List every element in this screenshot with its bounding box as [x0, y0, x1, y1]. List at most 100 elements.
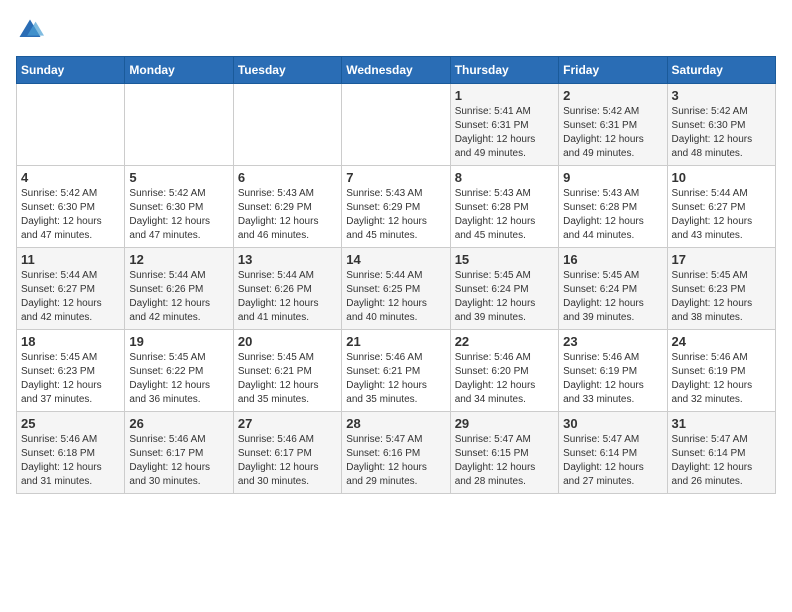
day-number: 3 — [672, 88, 771, 103]
calendar-day-cell: 6 Sunrise: 5:43 AM Sunset: 6:29 PM Daylig… — [233, 166, 341, 248]
day-info: Sunrise: 5:43 AM Sunset: 6:28 PM Dayligh… — [455, 187, 554, 243]
day-number: 4 — [21, 170, 120, 185]
day-info: Sunrise: 5:47 AM Sunset: 6:14 PM Dayligh… — [563, 433, 662, 489]
day-info: Sunrise: 5:41 AM Sunset: 6:31 PM Dayligh… — [455, 105, 554, 161]
day-number: 16 — [563, 252, 662, 267]
day-info: Sunrise: 5:46 AM Sunset: 6:19 PM Dayligh… — [672, 351, 771, 407]
calendar-week-row: 18 Sunrise: 5:45 AM Sunset: 6:23 PM Dayli… — [17, 330, 776, 412]
calendar-week-row: 4 Sunrise: 5:42 AM Sunset: 6:30 PM Daylig… — [17, 166, 776, 248]
logo — [16, 16, 48, 44]
calendar-day-cell: 29 Sunrise: 5:47 AM Sunset: 6:15 PM Dayli… — [450, 412, 558, 494]
calendar-day-cell: 21 Sunrise: 5:46 AM Sunset: 6:21 PM Dayli… — [342, 330, 450, 412]
calendar-day-cell — [125, 84, 233, 166]
day-number: 11 — [21, 252, 120, 267]
day-number: 5 — [129, 170, 228, 185]
day-info: Sunrise: 5:44 AM Sunset: 6:26 PM Dayligh… — [238, 269, 337, 325]
calendar-day-cell: 22Sunrise: 5:46 AM Sunset: 6:20 PM Dayli… — [450, 330, 558, 412]
day-info: Sunrise: 5:47 AM Sunset: 6:16 PM Dayligh… — [346, 433, 445, 489]
calendar-day-cell: 2 Sunrise: 5:42 AM Sunset: 6:31 PM Daylig… — [559, 84, 667, 166]
calendar-week-row: 1 Sunrise: 5:41 AM Sunset: 6:31 PM Daylig… — [17, 84, 776, 166]
day-number: 14 — [346, 252, 445, 267]
calendar-day-cell: 16Sunrise: 5:45 AM Sunset: 6:24 PM Dayli… — [559, 248, 667, 330]
day-of-week-header: Monday — [125, 57, 233, 84]
day-number: 19 — [129, 334, 228, 349]
calendar-day-cell — [342, 84, 450, 166]
day-info: Sunrise: 5:47 AM Sunset: 6:14 PM Dayligh… — [672, 433, 771, 489]
calendar-day-cell: 18 Sunrise: 5:45 AM Sunset: 6:23 PM Dayli… — [17, 330, 125, 412]
day-number: 1 — [455, 88, 554, 103]
calendar-day-cell — [17, 84, 125, 166]
day-info: Sunrise: 5:47 AM Sunset: 6:15 PM Dayligh… — [455, 433, 554, 489]
calendar-day-cell: 10 Sunrise: 5:44 AM Sunset: 6:27 PM Dayli… — [667, 166, 775, 248]
day-number: 24 — [672, 334, 771, 349]
calendar-week-row: 11 Sunrise: 5:44 AM Sunset: 6:27 PM Dayli… — [17, 248, 776, 330]
day-info: Sunrise: 5:45 AM Sunset: 6:23 PM Dayligh… — [672, 269, 771, 325]
calendar-day-cell: 30 Sunrise: 5:47 AM Sunset: 6:14 PM Dayli… — [559, 412, 667, 494]
calendar-day-cell: 5 Sunrise: 5:42 AM Sunset: 6:30 PM Daylig… — [125, 166, 233, 248]
calendar-day-cell: 8 Sunrise: 5:43 AM Sunset: 6:28 PM Daylig… — [450, 166, 558, 248]
calendar-day-cell: 17 Sunrise: 5:45 AM Sunset: 6:23 PM Dayli… — [667, 248, 775, 330]
calendar-day-cell: 31Sunrise: 5:47 AM Sunset: 6:14 PM Dayli… — [667, 412, 775, 494]
calendar-header-row: SundayMondayTuesdayWednesdayThursdayFrid… — [17, 57, 776, 84]
day-info: Sunrise: 5:45 AM Sunset: 6:23 PM Dayligh… — [21, 351, 120, 407]
day-number: 9 — [563, 170, 662, 185]
day-number: 28 — [346, 416, 445, 431]
day-info: Sunrise: 5:43 AM Sunset: 6:29 PM Dayligh… — [238, 187, 337, 243]
day-info: Sunrise: 5:46 AM Sunset: 6:19 PM Dayligh… — [563, 351, 662, 407]
calendar-day-cell: 12 Sunrise: 5:44 AM Sunset: 6:26 PM Dayli… — [125, 248, 233, 330]
day-number: 18 — [21, 334, 120, 349]
calendar-day-cell: 23 Sunrise: 5:46 AM Sunset: 6:19 PM Dayli… — [559, 330, 667, 412]
day-number: 13 — [238, 252, 337, 267]
day-info: Sunrise: 5:44 AM Sunset: 6:25 PM Dayligh… — [346, 269, 445, 325]
day-of-week-header: Tuesday — [233, 57, 341, 84]
calendar-day-cell: 11 Sunrise: 5:44 AM Sunset: 6:27 PM Dayli… — [17, 248, 125, 330]
calendar-day-cell: 20 Sunrise: 5:45 AM Sunset: 6:21 PM Dayli… — [233, 330, 341, 412]
day-info: Sunrise: 5:42 AM Sunset: 6:31 PM Dayligh… — [563, 105, 662, 161]
calendar-day-cell: 7 Sunrise: 5:43 AM Sunset: 6:29 PM Daylig… — [342, 166, 450, 248]
day-number: 21 — [346, 334, 445, 349]
day-of-week-header: Friday — [559, 57, 667, 84]
day-number: 17 — [672, 252, 771, 267]
calendar-day-cell: 14 Sunrise: 5:44 AM Sunset: 6:25 PM Dayli… — [342, 248, 450, 330]
day-info: Sunrise: 5:46 AM Sunset: 6:17 PM Dayligh… — [238, 433, 337, 489]
calendar-day-cell: 27 Sunrise: 5:46 AM Sunset: 6:17 PM Dayli… — [233, 412, 341, 494]
day-number: 25 — [21, 416, 120, 431]
calendar-week-row: 25 Sunrise: 5:46 AM Sunset: 6:18 PM Dayli… — [17, 412, 776, 494]
day-number: 8 — [455, 170, 554, 185]
day-info: Sunrise: 5:44 AM Sunset: 6:27 PM Dayligh… — [672, 187, 771, 243]
day-info: Sunrise: 5:45 AM Sunset: 6:22 PM Dayligh… — [129, 351, 228, 407]
day-info: Sunrise: 5:45 AM Sunset: 6:21 PM Dayligh… — [238, 351, 337, 407]
calendar-day-cell: 24 Sunrise: 5:46 AM Sunset: 6:19 PM Dayli… — [667, 330, 775, 412]
page-header — [16, 16, 776, 44]
day-number: 2 — [563, 88, 662, 103]
day-info: Sunrise: 5:46 AM Sunset: 6:21 PM Dayligh… — [346, 351, 445, 407]
day-number: 29 — [455, 416, 554, 431]
day-number: 15 — [455, 252, 554, 267]
day-info: Sunrise: 5:44 AM Sunset: 6:27 PM Dayligh… — [21, 269, 120, 325]
calendar-day-cell: 4Sunrise: 5:42 AM Sunset: 6:30 PM Daylig… — [17, 166, 125, 248]
day-number: 26 — [129, 416, 228, 431]
day-number: 30 — [563, 416, 662, 431]
calendar-day-cell: 19 Sunrise: 5:45 AM Sunset: 6:22 PM Dayli… — [125, 330, 233, 412]
day-number: 27 — [238, 416, 337, 431]
day-info: Sunrise: 5:44 AM Sunset: 6:26 PM Dayligh… — [129, 269, 228, 325]
day-info: Sunrise: 5:42 AM Sunset: 6:30 PM Dayligh… — [129, 187, 228, 243]
day-info: Sunrise: 5:43 AM Sunset: 6:29 PM Dayligh… — [346, 187, 445, 243]
calendar-day-cell — [233, 84, 341, 166]
day-number: 20 — [238, 334, 337, 349]
calendar-day-cell: 3Sunrise: 5:42 AM Sunset: 6:30 PM Daylig… — [667, 84, 775, 166]
day-number: 12 — [129, 252, 228, 267]
calendar-day-cell: 25 Sunrise: 5:46 AM Sunset: 6:18 PM Dayli… — [17, 412, 125, 494]
calendar-day-cell: 9Sunrise: 5:43 AM Sunset: 6:28 PM Daylig… — [559, 166, 667, 248]
day-of-week-header: Thursday — [450, 57, 558, 84]
day-info: Sunrise: 5:46 AM Sunset: 6:17 PM Dayligh… — [129, 433, 228, 489]
day-number: 6 — [238, 170, 337, 185]
day-number: 22 — [455, 334, 554, 349]
day-info: Sunrise: 5:46 AM Sunset: 6:18 PM Dayligh… — [21, 433, 120, 489]
day-number: 7 — [346, 170, 445, 185]
calendar-day-cell: 15 Sunrise: 5:45 AM Sunset: 6:24 PM Dayli… — [450, 248, 558, 330]
day-number: 10 — [672, 170, 771, 185]
day-of-week-header: Saturday — [667, 57, 775, 84]
day-number: 23 — [563, 334, 662, 349]
day-info: Sunrise: 5:45 AM Sunset: 6:24 PM Dayligh… — [455, 269, 554, 325]
